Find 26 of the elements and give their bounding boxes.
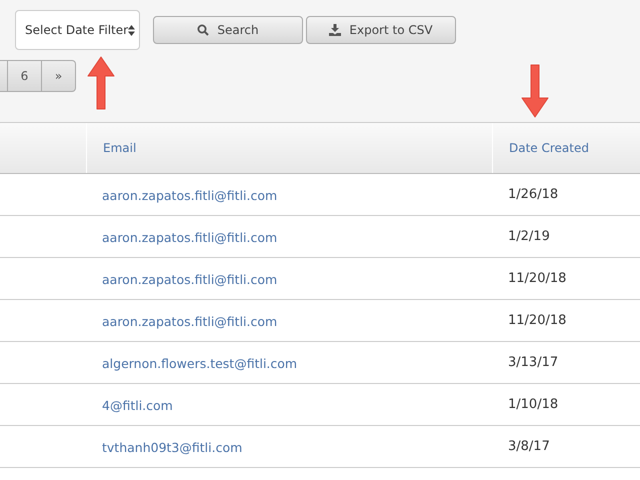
email-link[interactable]: 4@fitli.com xyxy=(86,398,173,413)
date-cell: 11/20/18 xyxy=(508,313,566,328)
down-arrow-icon xyxy=(520,64,550,118)
email-link[interactable]: algernon.flowers.test@fitli.com xyxy=(86,356,298,371)
date-cell: 3/8/17 xyxy=(508,439,550,454)
email-link[interactable]: tvthanh09t3@fitli.com xyxy=(86,440,242,455)
page-button[interactable]: » xyxy=(42,60,76,92)
export-button[interactable]: Export to CSV xyxy=(306,16,456,44)
up-arrow-icon xyxy=(86,56,116,112)
date-cell: 1/26/18 xyxy=(508,187,558,202)
search-icon xyxy=(197,24,210,36)
date-cell: 3/13/17 xyxy=(508,355,558,370)
search-button[interactable]: Search xyxy=(153,16,303,44)
page-button[interactable]: 6 xyxy=(8,60,42,92)
email-link[interactable]: aaron.zapatos.fitli@fitli.com xyxy=(86,188,278,203)
date-filter-select[interactable]: Select Date Filter xyxy=(15,10,140,50)
email-link[interactable]: aaron.zapatos.fitli@fitli.com xyxy=(86,230,278,245)
download-icon xyxy=(329,24,342,36)
date-cell: 1/2/19 xyxy=(508,229,550,244)
column-header[interactable]: Date Created xyxy=(492,123,640,173)
date-cell: 1/10/18 xyxy=(508,397,558,412)
email-link[interactable]: aaron.zapatos.fitli@fitli.com xyxy=(86,314,278,329)
email-link[interactable]: aaron.zapatos.fitli@fitli.com xyxy=(86,272,278,287)
date-cell: 11/20/18 xyxy=(508,271,566,286)
column-header[interactable]: Email xyxy=(86,123,492,173)
sort-icon xyxy=(128,24,135,36)
